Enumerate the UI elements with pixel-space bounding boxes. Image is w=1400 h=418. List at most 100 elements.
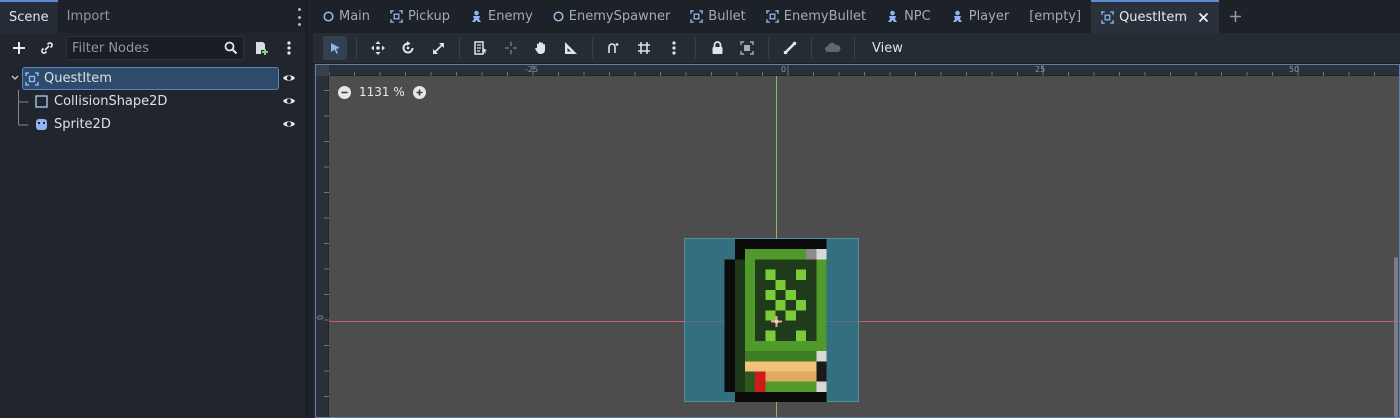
- filter-nodes-input[interactable]: [67, 37, 243, 59]
- scale-mode-button[interactable]: [426, 36, 450, 60]
- ruler-left: 0: [316, 65, 329, 417]
- rotate-mode-button[interactable]: [396, 36, 420, 60]
- area2d-icon: [766, 10, 779, 23]
- instance-scene-button[interactable]: [36, 37, 58, 59]
- scene-toolbar: [0, 33, 306, 63]
- group-icon: [740, 41, 754, 55]
- scene-tree: QuestItem CollisionShape2D Sprite2D: [8, 67, 305, 136]
- ruler-top: -25 0 25 50: [329, 65, 1399, 76]
- tab-enemybullet[interactable]: EnemyBullet: [756, 0, 876, 33]
- pan-mode-button[interactable]: [529, 36, 553, 60]
- snap-options-button[interactable]: [662, 36, 686, 60]
- area2d-icon: [25, 71, 39, 86]
- add-node-button[interactable]: [8, 37, 30, 59]
- tree-item-questitem[interactable]: QuestItem: [8, 67, 305, 90]
- visibility-eye-icon[interactable]: [282, 94, 296, 108]
- ruler-label: 0: [316, 314, 326, 321]
- tab-scene[interactable]: Scene: [0, 0, 58, 33]
- ruler-corner: [316, 65, 329, 76]
- visibility-eye-icon[interactable]: [282, 71, 296, 85]
- dock-menu-icon[interactable]: [296, 8, 302, 26]
- ruler-mode-button[interactable]: [559, 36, 583, 60]
- group-button[interactable]: [735, 36, 759, 60]
- x-axis-line: [329, 321, 1399, 322]
- cloud-icon: [825, 42, 841, 52]
- list-select-icon: [474, 41, 487, 55]
- tree-item-collisionshape2d[interactable]: CollisionShape2D: [8, 90, 305, 113]
- tree-item-sprite2d[interactable]: Sprite2D: [8, 113, 305, 136]
- link-icon: [41, 42, 53, 54]
- tab-questitem[interactable]: QuestItem: [1091, 0, 1219, 33]
- grid-snap-button[interactable]: [632, 36, 656, 60]
- plus-icon: [416, 89, 423, 95]
- node-label: QuestItem: [44, 71, 112, 86]
- move-mode-button[interactable]: [366, 36, 390, 60]
- plus-icon: [1230, 11, 1241, 22]
- ruler-label: 50: [1289, 65, 1300, 74]
- zoom-level[interactable]: 1131 %: [359, 85, 405, 99]
- ruler-label: -25: [525, 65, 539, 74]
- zoom-control: 1131 %: [338, 85, 426, 99]
- hand-icon: [535, 42, 545, 54]
- minus-icon: [341, 91, 348, 93]
- pointer-icon: [330, 42, 340, 54]
- area2d-icon: [690, 10, 704, 23]
- area2d-icon: [390, 10, 403, 23]
- area2d-icon: [1101, 11, 1114, 24]
- script-add-icon: [256, 42, 268, 55]
- pivot-mode-button[interactable]: [499, 36, 523, 60]
- character-body-icon: [952, 10, 962, 22]
- tab-empty[interactable]: [empty]: [1019, 0, 1091, 33]
- character-body-icon: [471, 10, 481, 22]
- tab-enemyspawner[interactable]: EnemySpawner: [543, 0, 681, 33]
- bone-icon: [783, 41, 797, 55]
- tab-pickup[interactable]: Pickup: [380, 0, 460, 33]
- lock-button[interactable]: [705, 36, 729, 60]
- tab-main[interactable]: Main: [313, 0, 380, 33]
- scene-dock: Scene Import Filter Nodes QuestItem Coll…: [0, 0, 307, 418]
- sprite-icon: [36, 119, 47, 130]
- ruler-label: 25: [1035, 65, 1046, 74]
- grid-snap-icon: [638, 42, 650, 54]
- close-icon[interactable]: [1198, 12, 1209, 23]
- scale-icon: [432, 42, 444, 54]
- pivot-marker-icon[interactable]: [770, 315, 783, 328]
- node-label: Sprite2D: [54, 117, 111, 132]
- kebab-menu-icon: [287, 41, 291, 55]
- canvas-toolbar: View: [313, 33, 1400, 64]
- scene-options-button[interactable]: [278, 37, 300, 59]
- kebab-menu-icon: [672, 41, 676, 55]
- ruler-label: 0: [781, 65, 787, 74]
- tab-npc[interactable]: NPC: [876, 0, 941, 33]
- node-circle-icon: [323, 11, 334, 22]
- ruler-icon: [565, 42, 577, 54]
- select-mode-button[interactable]: [323, 36, 347, 60]
- canvas-editor: Main Pickup Enemy EnemySpawner Bullet En…: [313, 0, 1400, 418]
- skeleton-button[interactable]: [778, 36, 802, 60]
- 2d-viewport[interactable]: -25 0 25 50 0 1131 %: [315, 64, 1400, 418]
- filter-nodes: [66, 36, 244, 60]
- smart-snap-button[interactable]: [602, 36, 626, 60]
- ruler-ticks: [324, 65, 329, 397]
- zoom-in-button[interactable]: [412, 85, 426, 99]
- tab-enemy[interactable]: Enemy: [460, 0, 543, 33]
- view-menu-button[interactable]: View: [864, 41, 911, 56]
- zoom-out-button[interactable]: [338, 85, 351, 99]
- particles-button[interactable]: [821, 36, 845, 60]
- lock-icon: [712, 41, 722, 54]
- rotate-icon: [402, 41, 414, 54]
- list-select-button[interactable]: [469, 36, 493, 60]
- vertical-scrollbar[interactable]: [1394, 257, 1398, 417]
- new-scene-tab-button[interactable]: [1219, 0, 1252, 33]
- tab-player[interactable]: Player: [941, 0, 1019, 33]
- tab-bullet[interactable]: Bullet: [680, 0, 755, 33]
- dock-tab-bar: Scene Import: [0, 0, 306, 33]
- ruler-ticks: [329, 65, 1375, 76]
- node-label: CollisionShape2D: [54, 94, 168, 109]
- search-icon: [224, 41, 238, 55]
- tab-import[interactable]: Import: [58, 0, 119, 33]
- attach-script-button[interactable]: [250, 37, 272, 59]
- visibility-eye-icon[interactable]: [282, 117, 296, 131]
- collision-shape-icon: [35, 95, 48, 108]
- scene-tab-bar: Main Pickup Enemy EnemySpawner Bullet En…: [313, 0, 1400, 33]
